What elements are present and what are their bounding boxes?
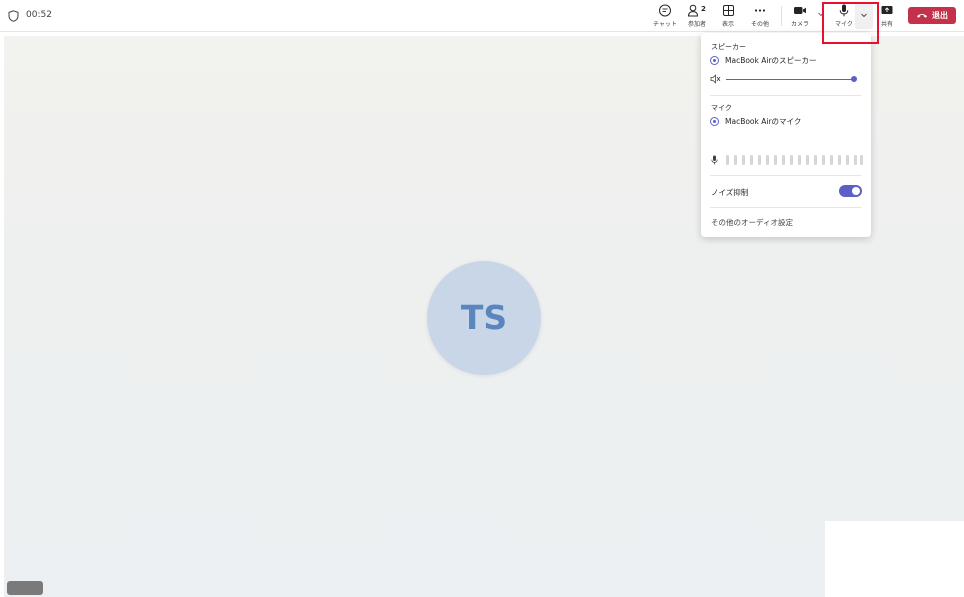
more-label: その他 <box>750 21 769 28</box>
noise-suppression-toggle[interactable] <box>839 185 862 197</box>
speaker-volume-track[interactable] <box>726 79 854 80</box>
more-icon <box>754 9 766 12</box>
video-icon <box>794 7 806 14</box>
mic-device-label[interactable]: MacBook Airのマイク <box>725 116 801 127</box>
camera-button[interactable]: カメラ <box>785 3 815 29</box>
divider <box>710 175 861 176</box>
chat-icon <box>659 4 671 17</box>
speaker-section-title: スピーカー <box>711 43 746 51</box>
leave-label: 退出 <box>932 11 948 20</box>
view-label: 表示 <box>721 21 734 28</box>
self-view-tile[interactable] <box>825 521 964 597</box>
toolbar-divider <box>781 6 782 26</box>
noise-suppression-label: ノイズ抑制 <box>711 188 749 197</box>
speaker-radio[interactable] <box>710 56 719 65</box>
grid-icon <box>722 5 734 16</box>
view-button[interactable]: 表示 <box>713 3 743 29</box>
share-icon <box>881 6 893 14</box>
speaker-muted-icon[interactable] <box>710 74 721 84</box>
speaker-device-label[interactable]: MacBook Airのスピーカー <box>725 55 817 66</box>
name-tag <box>7 581 43 595</box>
more-button[interactable]: その他 <box>745 3 775 29</box>
phone-hangup-icon <box>917 13 927 18</box>
participants-button[interactable]: 2 参加者 <box>682 3 712 29</box>
mic-icon <box>711 155 718 165</box>
meeting-timer: 00:52 <box>26 10 52 20</box>
divider <box>710 95 861 96</box>
mic-section-title: マイク <box>711 104 732 112</box>
participants-label: 参加者 <box>687 21 706 28</box>
participants-count: 2 <box>701 5 706 13</box>
mic-radio[interactable] <box>710 117 719 126</box>
divider <box>710 207 861 208</box>
more-audio-settings-link[interactable]: その他のオーディオ設定 <box>711 217 793 228</box>
meeting-toolbar: 00:52 チャット 2 参加者 表示 その他 カメラ マイク 共有 退出 <box>0 0 964 32</box>
leave-button[interactable]: 退出 <box>908 7 956 24</box>
chat-button[interactable]: チャット <box>650 3 680 29</box>
participant-avatar: TS <box>427 261 541 375</box>
people-icon <box>687 4 699 17</box>
chat-label: チャット <box>653 21 677 28</box>
mic-highlight-box <box>822 2 879 44</box>
audio-settings-dropdown: スピーカー MacBook Airのスピーカー マイク MacBook Airの… <box>701 33 871 237</box>
speaker-volume-thumb[interactable] <box>851 76 857 82</box>
camera-label: カメラ <box>790 21 809 28</box>
mic-level-meter <box>726 155 866 165</box>
shield-icon <box>8 10 19 22</box>
